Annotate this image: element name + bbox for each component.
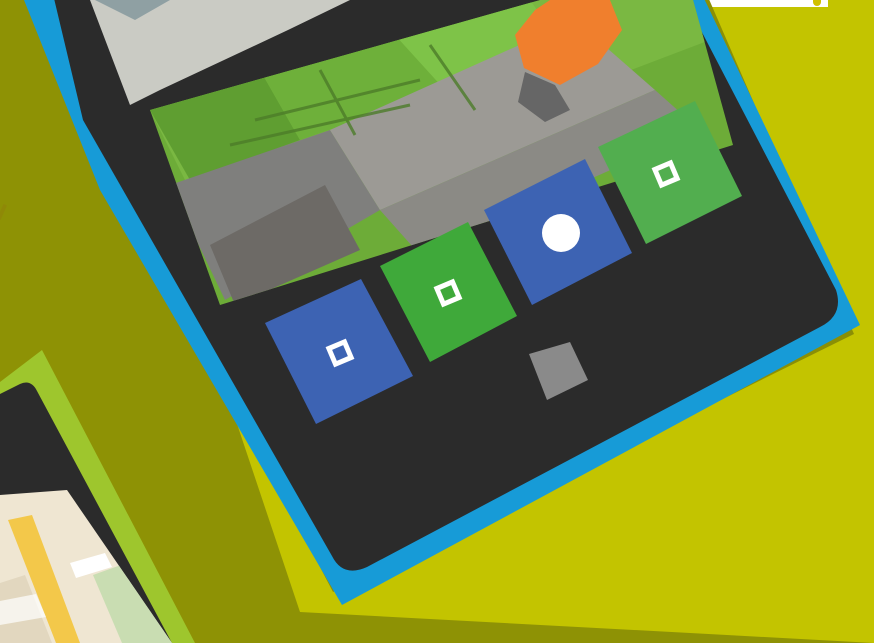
device-illustration [0,0,874,643]
square-icon [647,155,685,193]
square-icon [429,274,467,312]
square-icon [321,334,359,372]
scene [0,0,874,643]
circle-icon [542,214,580,252]
